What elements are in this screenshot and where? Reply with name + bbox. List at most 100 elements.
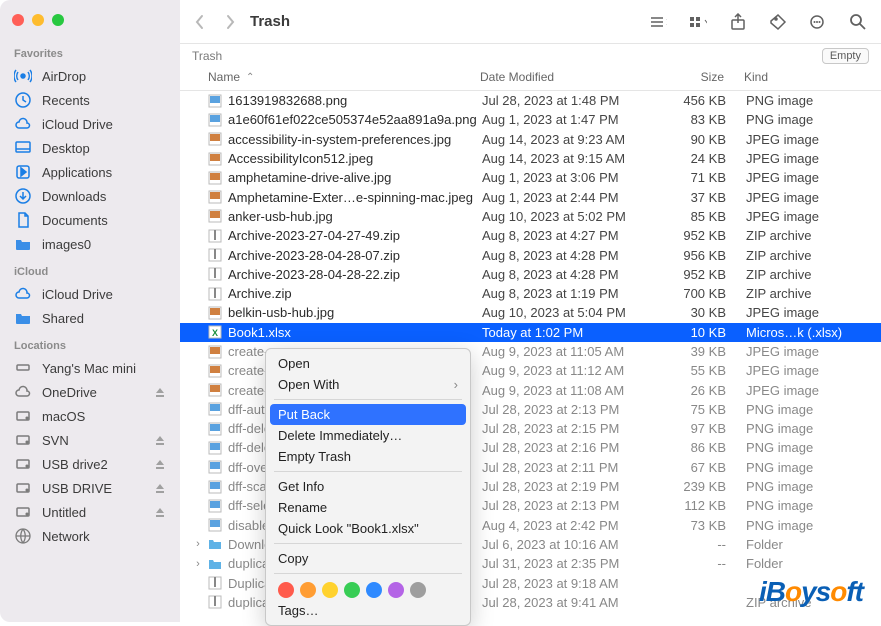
file-name: Book1.xlsx [228,325,482,340]
file-name: Archive-2023-28-04-28-22.zip [228,267,482,282]
tag-color-row [266,578,470,600]
column-header-name[interactable]: Name ⌃ [208,70,480,84]
menu-item-rename[interactable]: Rename [266,497,470,518]
sidebar-item-images0[interactable]: images0 [0,232,180,256]
file-size: 37 KB [658,190,746,205]
close-window-button[interactable] [12,14,24,26]
back-button[interactable] [194,14,206,30]
zoom-window-button[interactable] [52,14,64,26]
context-menu[interactable]: OpenOpen With› Put BackDelete Immediately… [265,348,471,626]
file-row[interactable]: Archive.zipAug 8, 2023 at 1:19 PM700 KBZ… [180,284,881,303]
sidebar-item-documents[interactable]: Documents [0,208,180,232]
sidebar-item-macos[interactable]: macOS [0,404,180,428]
file-row[interactable]: Archive-2023-28-04-28-07.zipAug 8, 2023 … [180,245,881,264]
sidebar-item-onedrive[interactable]: OneDrive [0,380,180,404]
eject-icon[interactable] [154,386,166,398]
menu-item-delete-immediately[interactable]: Delete Immediately… [266,425,470,446]
sidebar-item-icloud-drive[interactable]: iCloud Drive [0,112,180,136]
eject-icon[interactable] [154,458,166,470]
sidebar-item-airdrop[interactable]: AirDrop [0,64,180,88]
menu-item-quick-look-book-xlsx[interactable]: Quick Look "Book1.xlsx" [266,518,470,539]
menu-item-empty-trash[interactable]: Empty Trash [266,446,470,467]
sidebar-item-desktop[interactable]: Desktop [0,136,180,160]
menu-separator [274,399,462,400]
file-row[interactable]: amphetamine-drive-alive.jpgAug 1, 2023 a… [180,168,881,187]
disclosure-triangle-icon[interactable]: › [190,558,206,570]
sidebar-item-network[interactable]: Network [0,524,180,548]
file-size: 71 KB [658,170,746,185]
file-icon [206,440,224,456]
file-row[interactable]: Amphetamine-Exter…e-spinning-mac.jpegAug… [180,187,881,206]
file-row[interactable]: Archive-2023-28-04-28-22.zipAug 8, 2023 … [180,265,881,284]
tags-button[interactable] [769,13,787,31]
file-icon [206,151,224,167]
minimize-window-button[interactable] [32,14,44,26]
cloud-g-icon [14,383,32,401]
file-kind: PNG image [746,440,881,455]
disclosure-triangle-icon[interactable]: › [190,538,206,550]
file-size: 956 KB [658,248,746,263]
sidebar-item-untitled[interactable]: Untitled [0,500,180,524]
column-header-date[interactable]: Date Modified [480,70,656,84]
column-header-size[interactable]: Size [656,70,744,84]
tag-color-dot[interactable] [300,582,316,598]
tag-color-dot[interactable] [410,582,426,598]
sidebar-item-label: SVN [42,433,69,448]
sidebar-item-recents[interactable]: Recents [0,88,180,112]
file-kind: PNG image [746,402,881,417]
sidebar-item-icloud-drive[interactable]: iCloud Drive [0,282,180,306]
file-date: Jul 28, 2023 at 2:11 PM [482,460,658,475]
sidebar-item-shared[interactable]: Shared [0,306,180,330]
file-row[interactable]: XBook1.xlsxToday at 1:02 PM10 KBMicros…k… [180,323,881,342]
action-menu-button[interactable] [809,13,827,31]
share-button[interactable] [729,13,747,31]
file-row[interactable]: a1e60f61ef022ce505374e52aa891a9a.pngAug … [180,110,881,129]
file-row[interactable]: belkin-usb-hub.jpgAug 10, 2023 at 5:04 P… [180,303,881,322]
file-size: 83 KB [658,112,746,127]
sidebar-item-usb-drive2[interactable]: USB drive2 [0,452,180,476]
sidebar-item-downloads[interactable]: Downloads [0,184,180,208]
sidebar-item-usb-drive[interactable]: USB DRIVE [0,476,180,500]
file-size: 85 KB [658,209,746,224]
sidebar-section-label: Favorites [0,44,180,64]
file-row[interactable]: anker-usb-hub.jpgAug 10, 2023 at 5:02 PM… [180,207,881,226]
desktop-icon [14,139,32,157]
menu-item-open-with[interactable]: Open With› [266,374,470,395]
search-button[interactable] [849,13,867,31]
menu-item-get-info[interactable]: Get Info [266,476,470,497]
tag-color-dot[interactable] [366,582,382,598]
tag-color-dot[interactable] [388,582,404,598]
eject-icon[interactable] [154,506,166,518]
window-controls [0,8,180,38]
file-date: Aug 9, 2023 at 11:05 AM [482,344,658,359]
group-button[interactable] [689,13,707,31]
file-kind: ZIP archive [746,228,881,243]
menu-item-open[interactable]: Open [266,353,470,374]
eject-icon[interactable] [154,482,166,494]
tag-color-dot[interactable] [344,582,360,598]
column-header-kind[interactable]: Kind [744,70,881,84]
sidebar-item-applications[interactable]: Applications [0,160,180,184]
file-row[interactable]: 1613919832688.pngJul 28, 2023 at 1:48 PM… [180,91,881,110]
sidebar-item-label: Shared [42,311,84,326]
forward-button[interactable] [224,14,236,30]
file-name: AccessibilityIcon512.jpeg [228,151,482,166]
menu-item-put-back[interactable]: Put Back [270,404,466,425]
menu-item-tags[interactable]: Tags… [266,600,470,621]
view-list-button[interactable] [649,13,667,31]
empty-trash-button[interactable]: Empty [822,48,869,64]
tag-color-dot[interactable] [278,582,294,598]
file-row[interactable]: Archive-2023-27-04-27-49.zipAug 8, 2023 … [180,226,881,245]
file-row[interactable]: accessibility-in-system-preferences.jpgA… [180,130,881,149]
file-size: 97 KB [658,421,746,436]
file-date: Aug 1, 2023 at 3:06 PM [482,170,658,185]
sidebar-item-label: Recents [42,93,90,108]
sidebar-item-svn[interactable]: SVN [0,428,180,452]
path-crumb[interactable]: Trash [192,49,222,63]
eject-icon[interactable] [154,434,166,446]
sidebar-item-yang-s-mac-mini[interactable]: Yang's Mac mini [0,356,180,380]
menu-item-copy[interactable]: Copy [266,548,470,569]
tag-color-dot[interactable] [322,582,338,598]
file-row[interactable]: AccessibilityIcon512.jpegAug 14, 2023 at… [180,149,881,168]
file-icon [206,112,224,128]
